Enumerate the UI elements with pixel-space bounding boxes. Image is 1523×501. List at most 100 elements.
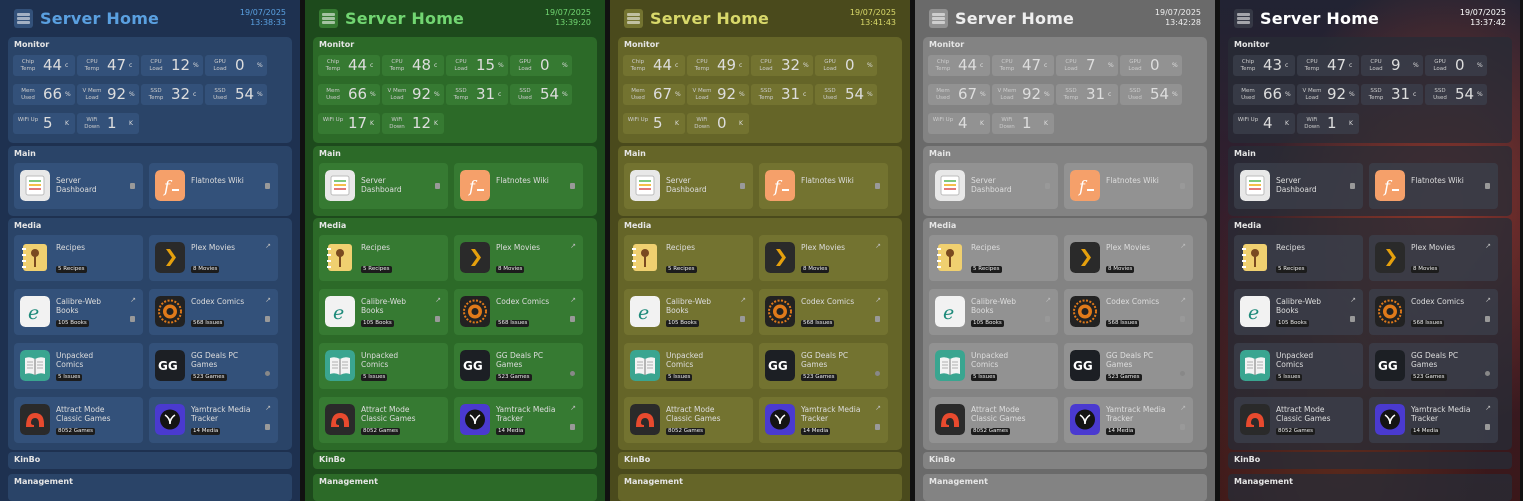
status-dot <box>1180 371 1185 376</box>
management-section[interactable]: Management <box>618 474 902 501</box>
external-link-icon[interactable]: ↗ <box>875 296 881 304</box>
external-link-icon[interactable]: ↗ <box>1180 242 1186 250</box>
tile-recipes[interactable]: Recipes 5 Recipes <box>14 235 143 281</box>
tile-gg-deals-pc-games[interactable]: GG GG Deals PC Games 523 Games <box>1369 343 1498 389</box>
external-link-icon[interactable]: ↗ <box>265 242 271 250</box>
tile-codex-comics[interactable]: Codex Comics 568 Issues ↗ <box>759 289 888 335</box>
tile-recipes[interactable]: Recipes 5 Recipes <box>1234 235 1363 281</box>
tile-codex-comics[interactable]: Codex Comics 568 Issues ↗ <box>1369 289 1498 335</box>
tile-server-dashboard[interactable]: Server Dashboard <box>1234 163 1363 209</box>
tile-attract-mode-classic-games[interactable]: Attract Mode Classic Games 8052 Games <box>1234 397 1363 443</box>
count-badge: 105 Books <box>361 320 394 327</box>
tile-flatnotes-wiki[interactable]: f Flatnotes Wiki <box>759 163 888 209</box>
tile-codex-comics[interactable]: Codex Comics 568 Issues ↗ <box>1064 289 1193 335</box>
external-link-icon[interactable]: ↗ <box>265 296 271 304</box>
stat-ssd-temp: SSD Temp 32 c <box>141 84 203 105</box>
external-link-icon[interactable]: ↗ <box>1485 404 1491 412</box>
stat-unit: c <box>980 62 984 69</box>
tile-yamtrack-media-tracker[interactable]: Yamtrack Media Tracker 14 Media ↗ <box>759 397 888 443</box>
tile-plex-movies[interactable]: Plex Movies 8 Movies ↗ <box>454 235 583 281</box>
svg-text:GG: GG <box>1378 359 1398 373</box>
external-link-icon[interactable]: ↗ <box>130 296 136 304</box>
tile-flatnotes-wiki[interactable]: f Flatnotes Wiki <box>1064 163 1193 209</box>
kinbo-section[interactable]: KinBo <box>923 452 1207 469</box>
tile-yamtrack-media-tracker[interactable]: Yamtrack Media Tracker 14 Media ↗ <box>149 397 278 443</box>
stat-unit: % <box>675 91 681 98</box>
management-section[interactable]: Management <box>923 474 1207 501</box>
stat-unit: % <box>1413 62 1419 69</box>
external-link-icon[interactable]: ↗ <box>1485 296 1491 304</box>
tile-calibre-web-books[interactable]: e Calibre-Web Books 105 Books ↗ <box>929 289 1058 335</box>
kinbo-section[interactable]: KinBo <box>1228 452 1512 469</box>
tile-server-dashboard[interactable]: Server Dashboard <box>929 163 1058 209</box>
external-link-icon[interactable]: ↗ <box>265 404 271 412</box>
tile-yamtrack-media-tracker[interactable]: Yamtrack Media Tracker 14 Media ↗ <box>1369 397 1498 443</box>
external-link-icon[interactable]: ↗ <box>740 296 746 304</box>
tile-calibre-web-books[interactable]: e Calibre-Web Books 105 Books ↗ <box>14 289 143 335</box>
media-section: Media Recipes 5 Recipes Plex Movies 8 Movies… <box>313 218 597 450</box>
tile-name: Calibre-Web Books <box>56 297 102 315</box>
tile-codex-comics[interactable]: Codex Comics 568 Issues ↗ <box>454 289 583 335</box>
tile-attract-mode-classic-games[interactable]: Attract Mode Classic Games 8052 Games <box>319 397 448 443</box>
tile-gg-deals-pc-games[interactable]: GG GG Deals PC Games 523 Games <box>149 343 278 389</box>
tile-calibre-web-books[interactable]: e Calibre-Web Books 105 Books ↗ <box>624 289 753 335</box>
svg-text:e: e <box>333 302 344 324</box>
tile-gg-deals-pc-games[interactable]: GG GG Deals PC Games 523 Games <box>454 343 583 389</box>
tile-calibre-web-books[interactable]: e Calibre-Web Books 105 Books ↗ <box>1234 289 1363 335</box>
tile-codex-comics[interactable]: Codex Comics 568 Issues ↗ <box>149 289 278 335</box>
monitor-section: Monitor Chip Temp 44 c CPU Temp 48 c CPU Load 15… <box>313 37 597 143</box>
stat-label: Chip Temp <box>1240 59 1256 72</box>
management-section[interactable]: Management <box>1228 474 1512 501</box>
external-link-icon[interactable]: ↗ <box>570 404 576 412</box>
external-link-icon[interactable]: ↗ <box>1045 296 1051 304</box>
tile-attract-mode-classic-games[interactable]: Attract Mode Classic Games 8052 Games <box>624 397 753 443</box>
external-link-icon[interactable]: ↗ <box>570 242 576 250</box>
tile-yamtrack-media-tracker[interactable]: Yamtrack Media Tracker 14 Media ↗ <box>1064 397 1193 443</box>
tile-server-dashboard[interactable]: Server Dashboard <box>14 163 143 209</box>
stat-unit: % <box>129 91 135 98</box>
tile-plex-movies[interactable]: Plex Movies 8 Movies ↗ <box>1369 235 1498 281</box>
tile-name: Yamtrack Media Tracker <box>1106 405 1166 423</box>
kinbo-section[interactable]: KinBo <box>313 452 597 469</box>
tile-recipes[interactable]: Recipes 5 Recipes <box>319 235 448 281</box>
tile-flatnotes-wiki[interactable]: f Flatnotes Wiki <box>454 163 583 209</box>
stat-label: SSD Used <box>213 88 227 101</box>
external-link-icon[interactable]: ↗ <box>570 296 576 304</box>
tile-attract-mode-classic-games[interactable]: Attract Mode Classic Games 8052 Games <box>14 397 143 443</box>
external-link-icon[interactable]: ↗ <box>1180 404 1186 412</box>
management-section[interactable]: Management <box>313 474 597 501</box>
tile-recipes[interactable]: Recipes 5 Recipes <box>624 235 753 281</box>
tile-unpacked-comics[interactable]: Unpacked Comics 5 Issues <box>1234 343 1363 389</box>
tile-flatnotes-wiki[interactable]: f Flatnotes Wiki <box>149 163 278 209</box>
tile-attract-mode-classic-games[interactable]: Attract Mode Classic Games 8052 Games <box>929 397 1058 443</box>
tile-plex-movies[interactable]: Plex Movies 8 Movies ↗ <box>759 235 888 281</box>
tile-yamtrack-media-tracker[interactable]: Yamtrack Media Tracker 14 Media ↗ <box>454 397 583 443</box>
kinbo-section[interactable]: KinBo <box>618 452 902 469</box>
tile-unpacked-comics[interactable]: Unpacked Comics 5 Issues <box>319 343 448 389</box>
external-link-icon[interactable]: ↗ <box>875 404 881 412</box>
external-link-icon[interactable]: ↗ <box>1350 296 1356 304</box>
external-link-icon[interactable]: ↗ <box>875 242 881 250</box>
tile-server-dashboard[interactable]: Server Dashboard <box>624 163 753 209</box>
tile-name: Calibre-Web Books <box>666 297 712 315</box>
external-link-icon[interactable]: ↗ <box>435 296 441 304</box>
tile-unpacked-comics[interactable]: Unpacked Comics 5 Issues <box>929 343 1058 389</box>
tile-plex-movies[interactable]: Plex Movies 8 Movies ↗ <box>1064 235 1193 281</box>
management-section[interactable]: Management <box>8 474 292 501</box>
external-link-icon[interactable]: ↗ <box>1180 296 1186 304</box>
kinbo-section[interactable]: KinBo <box>8 452 292 469</box>
section-label: Main <box>929 149 951 158</box>
tile-server-dashboard[interactable]: Server Dashboard <box>319 163 448 209</box>
stat-wifi-down: WiFi Down 12 K <box>382 113 444 134</box>
tile-name: Unpacked Comics <box>361 351 399 369</box>
tile-unpacked-comics[interactable]: Unpacked Comics 5 Issues <box>14 343 143 389</box>
plex-icon <box>1070 242 1100 273</box>
tile-plex-movies[interactable]: Plex Movies 8 Movies ↗ <box>149 235 278 281</box>
external-link-icon[interactable]: ↗ <box>1485 242 1491 250</box>
tile-unpacked-comics[interactable]: Unpacked Comics 5 Issues <box>624 343 753 389</box>
tile-gg-deals-pc-games[interactable]: GG GG Deals PC Games 523 Games <box>1064 343 1193 389</box>
tile-calibre-web-books[interactable]: e Calibre-Web Books 105 Books ↗ <box>319 289 448 335</box>
tile-gg-deals-pc-games[interactable]: GG GG Deals PC Games 523 Games <box>759 343 888 389</box>
tile-recipes[interactable]: Recipes 5 Recipes <box>929 235 1058 281</box>
tile-flatnotes-wiki[interactable]: f Flatnotes Wiki <box>1369 163 1498 209</box>
